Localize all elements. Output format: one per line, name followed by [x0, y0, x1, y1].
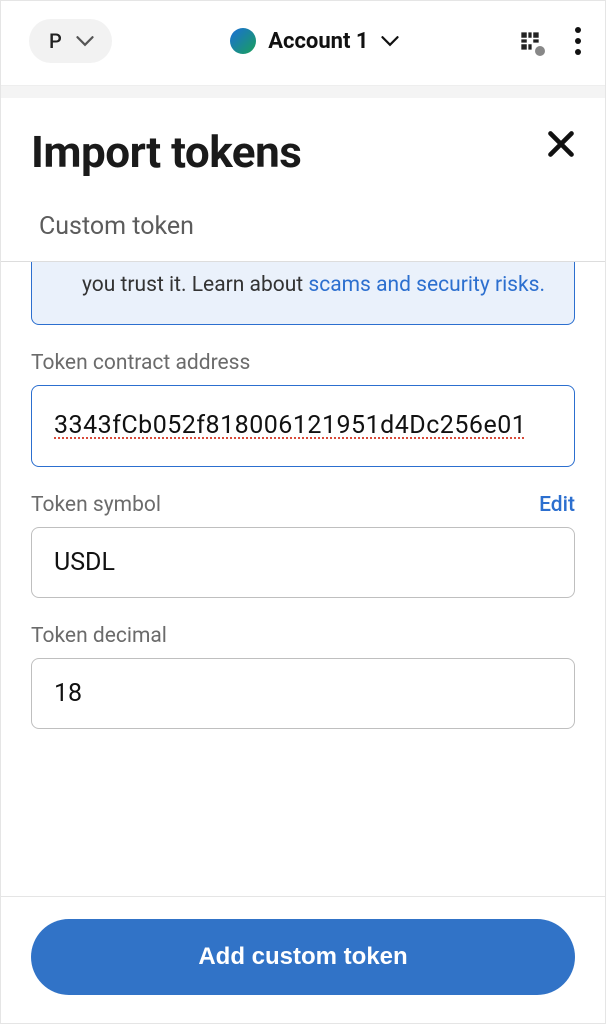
edit-symbol-button[interactable]: Edit — [539, 493, 575, 517]
address-label: Token contract address — [31, 351, 250, 375]
menu-button[interactable] — [571, 23, 585, 59]
modal-header: Import tokens — [1, 98, 605, 196]
tab-custom-token[interactable]: Custom token — [39, 212, 194, 241]
status-dot-icon — [535, 46, 545, 56]
decimal-label: Token decimal — [31, 624, 167, 648]
address-value: 3343fCb052f818006121951d4Dc256e01 — [54, 411, 526, 440]
close-icon[interactable] — [547, 130, 575, 158]
header-actions — [517, 23, 585, 59]
scams-risks-link[interactable]: scams and security risks. — [308, 273, 545, 297]
page-title: Import tokens — [31, 126, 301, 178]
security-warning: you trust it. Learn about scams and secu… — [31, 262, 575, 325]
app-header: P Account 1 — [1, 1, 605, 86]
warning-text: you trust it. Learn about — [82, 273, 308, 297]
account-avatar-icon — [230, 28, 256, 54]
separator — [1, 86, 605, 98]
footer: Add custom token — [1, 896, 605, 1023]
chevron-down-icon — [381, 35, 399, 47]
tab-bar: Custom token — [1, 196, 605, 262]
form-body: you trust it. Learn about scams and secu… — [1, 262, 605, 729]
token-decimal-input[interactable] — [31, 658, 575, 729]
token-decimal-field: Token decimal — [31, 624, 575, 729]
add-custom-token-button[interactable]: Add custom token — [31, 919, 575, 995]
account-name: Account 1 — [268, 29, 368, 54]
contract-address-field: Token contract address 3343fCb052f818006… — [31, 351, 575, 467]
account-selector[interactable]: Account 1 — [230, 28, 398, 54]
token-symbol-input[interactable] — [31, 527, 575, 598]
symbol-label: Token symbol — [31, 493, 161, 517]
network-selector[interactable]: P — [29, 19, 112, 63]
network-status-icon[interactable] — [517, 28, 543, 54]
contract-address-input[interactable]: 3343fCb052f818006121951d4Dc256e01 — [31, 385, 575, 467]
network-letter: P — [49, 29, 62, 53]
token-symbol-field: Token symbol Edit — [31, 493, 575, 598]
chevron-down-icon — [76, 35, 94, 47]
